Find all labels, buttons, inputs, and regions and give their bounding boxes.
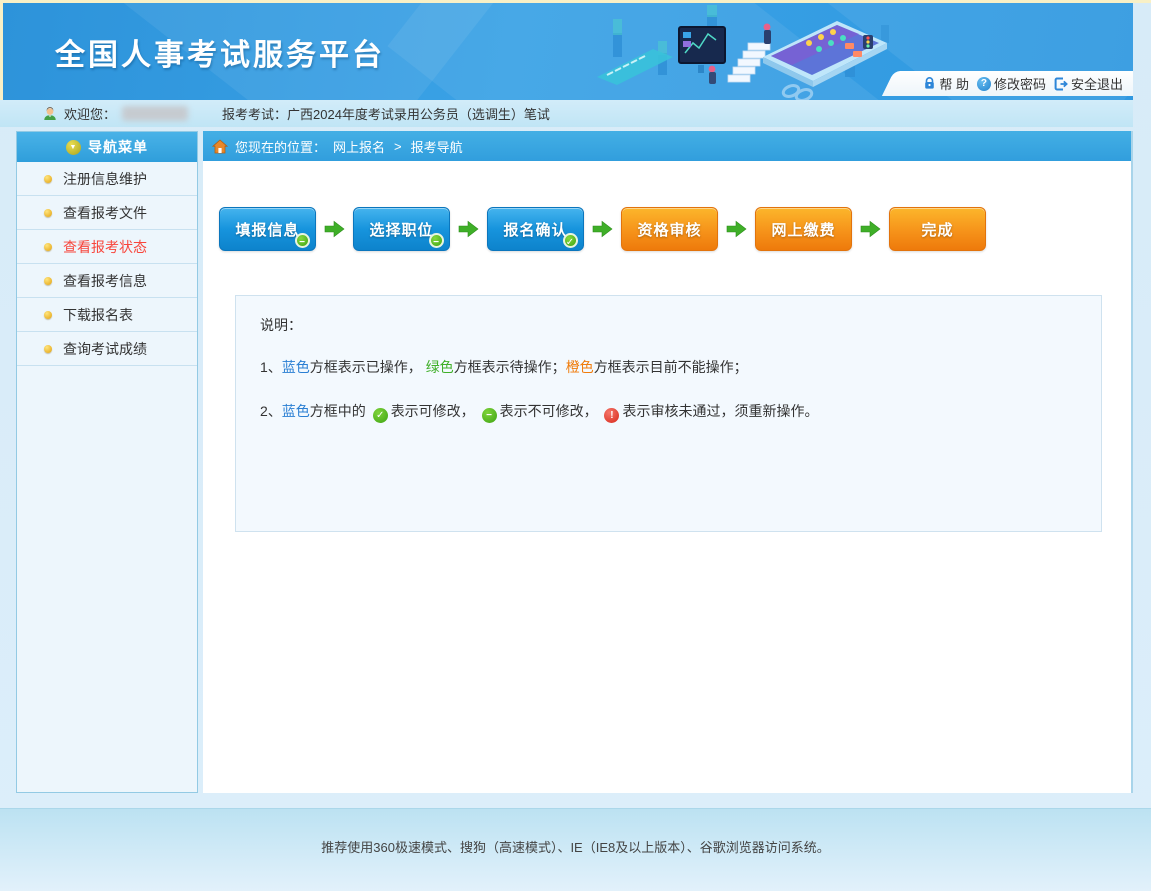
window-top-border (0, 0, 1151, 3)
breadcrumb-separator: > (394, 139, 402, 154)
green-word: 绿色 (426, 359, 454, 375)
utility-bar: 帮 助 ? 修改密码 安全退出 (897, 71, 1133, 96)
note-text: 表示审核未通过，须重新操作。 (622, 403, 818, 419)
step-confirm-registration-button[interactable]: 报名确认 ✓ (487, 207, 584, 251)
bullet-icon (44, 277, 52, 285)
sidebar-item-label: 下载报名表 (63, 305, 133, 325)
step-label: 网上缴费 (771, 219, 835, 240)
sidebar-item-label: 查询考试成绩 (63, 339, 147, 359)
step-label: 资格审核 (637, 219, 701, 240)
sidebar-item-view-application-status[interactable]: 查看报考状态 (17, 230, 197, 264)
main-content: 填报信息 − 选择职位 − 报名确认 ✓ 资格审核 (203, 161, 1131, 793)
step-label: 填报信息 (235, 219, 299, 240)
sidebar-item-label: 查看报考信息 (63, 271, 147, 291)
change-password-label: 修改密码 (994, 74, 1046, 93)
sidebar-item-view-exam-files[interactable]: 查看报考文件 (17, 196, 197, 230)
step-complete-button: 完成 (889, 207, 986, 251)
help-label: 帮 助 (939, 74, 969, 93)
breadcrumb-location-label: 您现在的位置： (235, 137, 326, 156)
sidebar-title: 导航菜单 (88, 137, 148, 157)
user-name-redacted (122, 106, 188, 121)
step-online-payment-button: 网上缴费 (755, 207, 852, 251)
arrow-right-icon (860, 219, 881, 239)
bullet-icon (44, 175, 52, 183)
note-text: 方框表示目前不能操作； (594, 359, 748, 375)
arrow-right-icon (458, 219, 479, 239)
sidebar-item-query-scores[interactable]: 查询考试成绩 (17, 332, 197, 366)
welcome-label: 欢迎您： (64, 104, 116, 123)
notes-box: 说明： 1、蓝色方框表示已操作， 绿色方框表示待操作；橙色方框表示目前不能操作；… (235, 295, 1102, 532)
breadcrumb-section: 网上报名 (333, 137, 385, 156)
minus-icon: − (482, 408, 497, 423)
application-steps: 填报信息 − 选择职位 − 报名确认 ✓ 资格审核 (219, 207, 1131, 251)
check-icon: ✓ (373, 408, 388, 423)
sidebar-item-register-info[interactable]: 注册信息维护 (17, 162, 197, 196)
bullet-icon (44, 209, 52, 217)
chevron-down-icon: ▼ (66, 140, 81, 155)
exam-name-text: 报考考试：广西2024年度考试录用公务员（选调生）笔试 (222, 104, 550, 123)
lock-icon (923, 77, 936, 90)
bullet-icon (44, 311, 52, 319)
step-label: 选择职位 (369, 219, 433, 240)
bullet-icon (44, 243, 52, 251)
minus-badge-icon: − (295, 233, 310, 248)
site-header: 全国人事考试服务平台 (0, 3, 1133, 100)
page-column: 全国人事考试服务平台 (0, 3, 1133, 793)
logout-label: 安全退出 (1071, 74, 1123, 93)
exit-icon (1054, 77, 1068, 91)
help-link[interactable]: 帮 助 (923, 74, 969, 93)
note-text: 表示不可修改， (500, 403, 598, 419)
breadcrumb: 您现在的位置： 网上报名 > 报考导航 (203, 131, 1131, 161)
sidebar: ▼ 导航菜单 注册信息维护 查看报考文件 查看报考状态 查看报考信息 下载 (16, 131, 198, 793)
main-panel: 您现在的位置： 网上报名 > 报考导航 填报信息 − 选择职位 − (203, 131, 1133, 793)
note-text: 方框表示已操作， (310, 359, 422, 375)
breadcrumb-page: 报考导航 (411, 137, 463, 156)
sidebar-item-download-form[interactable]: 下载报名表 (17, 298, 197, 332)
sidebar-item-label: 注册信息维护 (63, 169, 147, 189)
body-row: ▼ 导航菜单 注册信息维护 查看报考文件 查看报考状态 查看报考信息 下载 (16, 131, 1133, 793)
footer-text: 推荐使用360极速模式、搜狗（高速模式）、IE（IE8及以上版本）、谷歌浏览器访… (321, 840, 830, 855)
sidebar-item-label: 查看报考状态 (63, 237, 147, 257)
sidebar-item-view-application-info[interactable]: 查看报考信息 (17, 264, 197, 298)
note-text: 方框表示待操作； (454, 359, 566, 375)
note-line-2: 2、蓝色方框中的 ✓表示可修改， −表示不可修改， !表示审核未通过，须重新操作… (260, 401, 1077, 423)
step-label: 报名确认 (503, 219, 567, 240)
note-text: 方框中的 (310, 403, 366, 419)
logout-link[interactable]: 安全退出 (1054, 74, 1123, 93)
step-label: 完成 (921, 219, 953, 240)
blue-word: 蓝色 (282, 403, 310, 419)
welcome-bar: 欢迎您： 报考考试：广西2024年度考试录用公务员（选调生）笔试 (0, 100, 1133, 127)
note-number: 1、 (260, 359, 282, 375)
minus-badge-icon: − (429, 233, 444, 248)
site-title: 全国人事考试服务平台 (55, 30, 385, 74)
blue-word: 蓝色 (282, 359, 310, 375)
note-number: 2、 (260, 403, 282, 419)
home-icon (212, 139, 228, 154)
sidebar-nav-header[interactable]: ▼ 导航菜单 (17, 132, 197, 162)
change-password-link[interactable]: ? 修改密码 (977, 74, 1046, 93)
arrow-right-icon (726, 219, 747, 239)
step-fill-info-button[interactable]: 填报信息 − (219, 207, 316, 251)
header-illustration (595, 5, 895, 100)
check-badge-icon: ✓ (563, 233, 578, 248)
exclamation-icon: ! (604, 408, 619, 423)
user-avatar-icon (42, 106, 58, 122)
footer: 推荐使用360极速模式、搜狗（高速模式）、IE（IE8及以上版本）、谷歌浏览器访… (0, 808, 1151, 891)
note-text: 表示可修改， (391, 403, 475, 419)
question-icon: ? (977, 77, 991, 91)
note-line-1: 1、蓝色方框表示已操作， 绿色方框表示待操作；橙色方框表示目前不能操作； (260, 357, 1077, 377)
step-qualification-review-button: 资格审核 (621, 207, 718, 251)
sidebar-item-label: 查看报考文件 (63, 203, 147, 223)
notes-title: 说明： (260, 315, 1077, 335)
orange-word: 橙色 (566, 359, 594, 375)
arrow-right-icon (324, 219, 345, 239)
arrow-right-icon (592, 219, 613, 239)
bullet-icon (44, 345, 52, 353)
step-select-position-button[interactable]: 选择职位 − (353, 207, 450, 251)
